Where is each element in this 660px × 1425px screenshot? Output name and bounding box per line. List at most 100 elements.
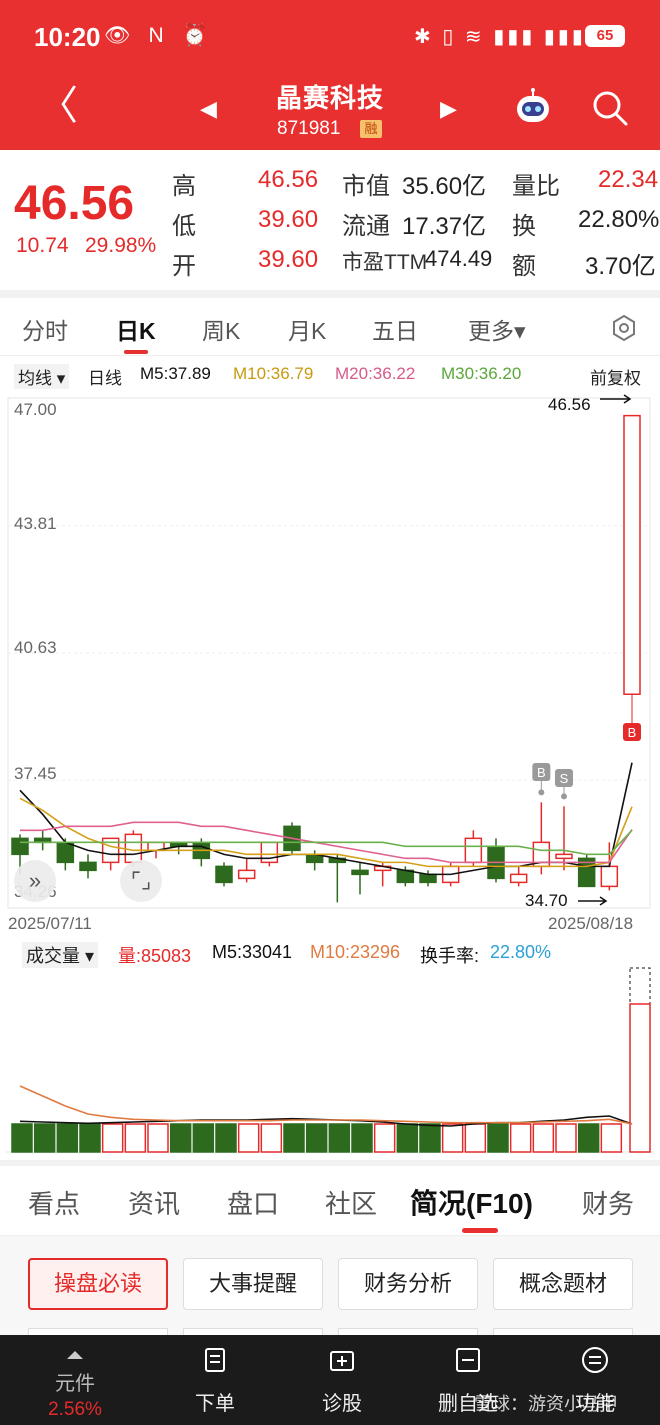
volume-bar (283, 1123, 305, 1153)
y-tick-label: 37.45 (14, 764, 57, 783)
chip-events[interactable]: 大事提醒 (183, 1258, 323, 1310)
battery-icon: 65 (585, 25, 625, 47)
candle-body (124, 833, 143, 864)
chip-financial-analysis[interactable]: 财务分析 (338, 1258, 478, 1310)
volume-bar (305, 1123, 328, 1153)
ma10-value: M10:36.79 (233, 364, 314, 383)
diagnose-button[interactable]: 诊股 (287, 1335, 397, 1425)
expand-left-icon[interactable]: » (14, 860, 56, 902)
y-tick-label: 43.81 (14, 514, 57, 533)
volume-indicator-select[interactable]: 成交量 ▾ (22, 942, 99, 968)
ma30-value: M30:36.20 (441, 364, 522, 383)
search-icon[interactable] (590, 88, 630, 128)
status-left-icons: 👁 N ⏰ (104, 24, 214, 47)
back-button[interactable]: 〈 (38, 84, 78, 128)
diagnose-label: 诊股 (322, 1393, 362, 1415)
tab-community[interactable]: 社区 (325, 1184, 377, 1221)
start-date-label: 2025/07/11 (8, 914, 92, 933)
quote-value-pe: 474.49 (425, 246, 493, 271)
ma5-value: M5:37.89 (140, 364, 211, 383)
volume-bar (419, 1123, 441, 1153)
candle-body (56, 841, 75, 864)
volume-bar (237, 1123, 260, 1153)
chip-concepts[interactable]: 概念题材 (493, 1258, 633, 1310)
tab-more[interactable]: 更多▾ (468, 312, 526, 346)
sell-marker: S (560, 771, 569, 786)
prev-stock-button[interactable]: ◀ (200, 96, 217, 122)
tab-weekly-k[interactable]: 周K (202, 312, 240, 346)
quote-value-open: 39.60 (258, 246, 319, 273)
tab-order-book[interactable]: 盘口 (227, 1184, 279, 1221)
candle-body (79, 861, 97, 872)
tab-five-day[interactable]: 五日 (372, 312, 418, 346)
tab-highlights[interactable]: 看点 (28, 1184, 80, 1221)
volume-chart[interactable] (0, 966, 660, 1160)
volume-bar (577, 1123, 600, 1153)
volume-bar (396, 1123, 419, 1153)
kline-chart[interactable]: BSB 47.00 43.81 40.63 37.45 34.26 46.56 … (0, 390, 660, 938)
quote-label-turnover: 换 (512, 213, 536, 240)
next-stock-button[interactable]: ▶ (440, 96, 457, 122)
candle-body (600, 865, 619, 888)
f10-chip-row: 操盘必读 大事提醒 财务分析 概念题材 (0, 1236, 660, 1338)
quote-label-low: 低 (172, 213, 196, 240)
volume-bar (441, 1123, 464, 1153)
quote-label-open: 开 (172, 253, 196, 280)
divider (0, 290, 660, 298)
volume-value: 量:85083 (118, 946, 192, 966)
y-tick-label: 40.63 (14, 638, 57, 657)
buy-marker: B (537, 765, 546, 780)
volume-svg (6, 967, 654, 1153)
quote-value-low: 39.60 (258, 206, 319, 233)
tab-monthly-k[interactable]: 月K (288, 312, 326, 346)
buy-marker: B (628, 725, 637, 740)
quote-label-high: 高 (172, 173, 196, 200)
active-tab-indicator (124, 350, 148, 354)
quote-panel: 46.56 10.74 29.98% 高 46.56 市值 35.60亿 量比 … (0, 150, 660, 290)
price-change-pct: 29.98% (85, 234, 157, 257)
turnover-label: 换手率: (420, 946, 480, 966)
info-tabs: 看点 资讯 盘口 社区 简况(F10) 财务 (0, 1166, 660, 1236)
place-order-button[interactable]: 下单 (160, 1335, 270, 1425)
stock-code: 871981 (277, 118, 341, 139)
candle-body (215, 865, 233, 884)
volume-ma10-value: M10:23296 (310, 942, 401, 962)
quote-label-float: 流通 (342, 213, 390, 240)
fullscreen-icon[interactable]: ⌜⌟ (120, 860, 162, 902)
volume-legend: 成交量 ▾ 量:85083 M5:33041 M10:23296 换手率: 22… (0, 938, 660, 968)
ma-period-type: 日线 (88, 369, 122, 388)
volume-bar (192, 1123, 215, 1153)
quote-label-volratio: 量比 (512, 173, 560, 200)
robot-assistant-icon[interactable] (512, 88, 554, 126)
volume-bar (555, 1123, 577, 1153)
volume-bar (11, 1123, 33, 1153)
price-adjust-select[interactable]: 前复权 (590, 364, 641, 389)
current-price: 46.56 (14, 177, 135, 230)
volume-bar (629, 1003, 651, 1153)
ma-indicator-select[interactable]: 均线 ▾ (14, 364, 70, 389)
volume-bar (464, 1123, 487, 1153)
candle-body (623, 414, 641, 695)
place-order-label: 下单 (195, 1393, 235, 1415)
components-button[interactable]: 元件 2.56% (20, 1335, 130, 1425)
tab-daily-k[interactable]: 日K (116, 312, 156, 346)
volume-bar-cap (629, 967, 651, 1005)
volume-bar (600, 1123, 623, 1153)
marker-dot (561, 793, 567, 800)
margin-badge: 融 (360, 120, 382, 138)
volume-bar (33, 1123, 56, 1153)
volume-bar (260, 1123, 283, 1153)
volume-bar (215, 1123, 237, 1153)
stock-name: 晶赛科技 (275, 83, 384, 113)
watermark: 雪球：游资小马甲 (474, 1394, 618, 1414)
volume-bar (56, 1123, 79, 1153)
components-label: 元件 (55, 1373, 95, 1395)
period-tabs: 分时 日K 周K 月K 五日 更多▾ (0, 298, 660, 356)
tab-financials[interactable]: 财务 (582, 1184, 634, 1221)
settings-icon[interactable] (610, 314, 638, 342)
tab-f10-profile[interactable]: 简况(F10) (410, 1182, 533, 1222)
volume-bar (532, 1123, 555, 1153)
tab-news[interactable]: 资讯 (128, 1184, 180, 1221)
tab-intraday[interactable]: 分时 (22, 312, 68, 346)
chip-trading-guide[interactable]: 操盘必读 (28, 1258, 168, 1310)
